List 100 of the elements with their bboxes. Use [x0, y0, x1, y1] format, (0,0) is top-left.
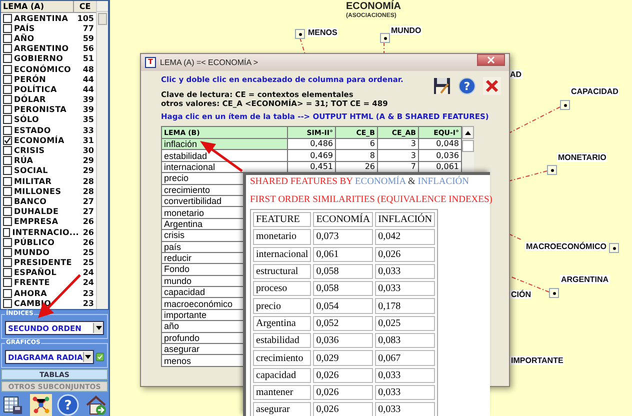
scrollbar[interactable]	[96, 1, 108, 309]
close-icon[interactable]	[487, 56, 495, 64]
lemma-label[interactable]: AÑO	[14, 34, 74, 43]
help-icon[interactable]: ?	[458, 77, 476, 95]
node-label: ARGENTINA	[560, 275, 610, 284]
count: 39	[82, 105, 95, 114]
help-icon[interactable]: ?	[57, 394, 80, 416]
checkbox[interactable]	[3, 126, 12, 135]
node-marker[interactable]	[547, 165, 557, 175]
checkbox[interactable]	[3, 14, 12, 23]
checkbox[interactable]	[3, 278, 12, 288]
lemma-label[interactable]: DUHALDE	[14, 207, 74, 216]
table-cell: 0,073	[313, 229, 374, 245]
checkbox[interactable]	[3, 24, 12, 33]
close-button[interactable]	[477, 54, 505, 66]
column-header[interactable]: CE	[74, 1, 96, 12]
spreadsheet-icon[interactable]	[2, 394, 24, 416]
lemma-label[interactable]: PERÓN	[14, 74, 74, 84]
lemma-label[interactable]: EMPRESA	[14, 217, 74, 226]
lemma-label[interactable]: PÚBLICO	[14, 238, 74, 247]
column-header[interactable]: LEMA (A)	[1, 1, 74, 12]
checkbox[interactable]	[3, 268, 12, 278]
lemma-label[interactable]: PERONISTA	[14, 105, 74, 114]
checkbox[interactable]	[3, 228, 10, 237]
checkbox[interactable]	[3, 196, 12, 206]
checkbox[interactable]	[3, 238, 12, 247]
lemma-label[interactable]: PAÍS	[14, 24, 74, 33]
network-icon[interactable]	[30, 394, 52, 416]
table-cell: 0,026	[313, 368, 374, 383]
checkbox[interactable]	[3, 258, 12, 268]
count: 25	[82, 258, 95, 268]
dropdown-caret-icon[interactable]	[93, 323, 103, 333]
scroll-thumb[interactable]	[462, 140, 474, 152]
table-cell: proceso	[253, 281, 312, 296]
checkbox[interactable]	[3, 207, 12, 216]
lemma-label[interactable]: POLÍTICA	[14, 84, 74, 94]
count: 30	[82, 146, 95, 156]
table-cell: 0,083	[375, 333, 435, 348]
count: 28	[82, 186, 95, 196]
checkbox[interactable]	[3, 288, 12, 298]
lemma-label[interactable]: ESTADO	[14, 126, 74, 135]
checkbox[interactable]	[3, 146, 12, 156]
lemma-label[interactable]: FRENTE	[14, 278, 74, 288]
lemma-label[interactable]: MUNDO	[14, 248, 74, 257]
checkbox[interactable]	[3, 298, 12, 308]
lemma-label[interactable]: INTERNACIO...	[12, 228, 80, 237]
lemma-label[interactable]: CAMBIO	[14, 298, 74, 308]
confirm-icon[interactable]	[96, 350, 104, 364]
lemma-label[interactable]: ARGENTINO	[14, 44, 74, 54]
node-marker[interactable]	[549, 288, 559, 298]
table-cell: 0,026	[313, 402, 374, 416]
lemma-label[interactable]: AHORA	[14, 288, 74, 298]
checkbox[interactable]	[3, 217, 12, 226]
checkbox[interactable]	[3, 166, 12, 176]
lemma-label[interactable]: DÓLAR	[14, 95, 74, 104]
checkbox[interactable]	[3, 136, 12, 145]
checkbox[interactable]	[3, 34, 12, 43]
checkbox[interactable]	[3, 44, 12, 54]
table-cell: 0,029	[313, 350, 374, 366]
node-label: IMPORTANTE	[510, 356, 564, 365]
lemma-label[interactable]: BANCO	[14, 196, 74, 206]
lemma-label[interactable]: PRESIDENTE	[14, 258, 74, 268]
table-header-cell: FEATURE	[253, 212, 312, 228]
home-icon[interactable]	[84, 394, 107, 416]
checkbox[interactable]	[3, 186, 12, 196]
count: 77	[82, 24, 95, 33]
lemma-label[interactable]: SÓLO	[14, 115, 74, 124]
checkbox[interactable]	[3, 74, 12, 84]
checkbox[interactable]	[3, 64, 12, 74]
lemma-label[interactable]: ECONÓMICO	[14, 64, 74, 74]
lemma-label[interactable]: ESPAÑOL	[14, 268, 74, 278]
checkbox[interactable]	[3, 95, 12, 104]
lemma-label[interactable]: ECONOMÍA	[14, 136, 74, 145]
count: 31	[82, 136, 95, 145]
lemma-label[interactable]: CRISIS	[14, 146, 74, 156]
close-icon[interactable]	[483, 77, 501, 95]
lemma-label[interactable]: GOBIERNO	[14, 54, 74, 64]
checkbox[interactable]	[3, 176, 12, 186]
table-cell: 0,061	[313, 246, 374, 262]
lemma-label[interactable]: ARGENTINA	[14, 14, 74, 23]
count: 33	[82, 126, 95, 135]
lemma-label[interactable]: MILLONES	[14, 186, 74, 196]
node-marker[interactable]	[295, 29, 305, 39]
table-cell: 0,033	[375, 264, 435, 280]
checkbox[interactable]	[3, 115, 12, 124]
checkbox[interactable]	[3, 84, 12, 94]
checkbox[interactable]	[3, 156, 12, 166]
dropdown-caret-icon[interactable]	[82, 352, 93, 362]
save-icon[interactable]	[433, 77, 451, 95]
checkbox[interactable]	[3, 54, 12, 64]
lemma-label[interactable]: SOCIAL	[14, 166, 74, 176]
checkbox[interactable]	[3, 105, 12, 114]
node-marker[interactable]	[560, 100, 570, 110]
table-cell: 0,178	[375, 298, 435, 314]
lemma-label[interactable]: MILITAR	[14, 176, 74, 186]
lemma-label[interactable]: RÚA	[14, 156, 74, 166]
node-marker[interactable]	[380, 33, 390, 43]
node-marker[interactable]	[609, 243, 619, 253]
checkbox[interactable]	[3, 248, 12, 257]
scroll-thumb[interactable]	[98, 13, 107, 25]
